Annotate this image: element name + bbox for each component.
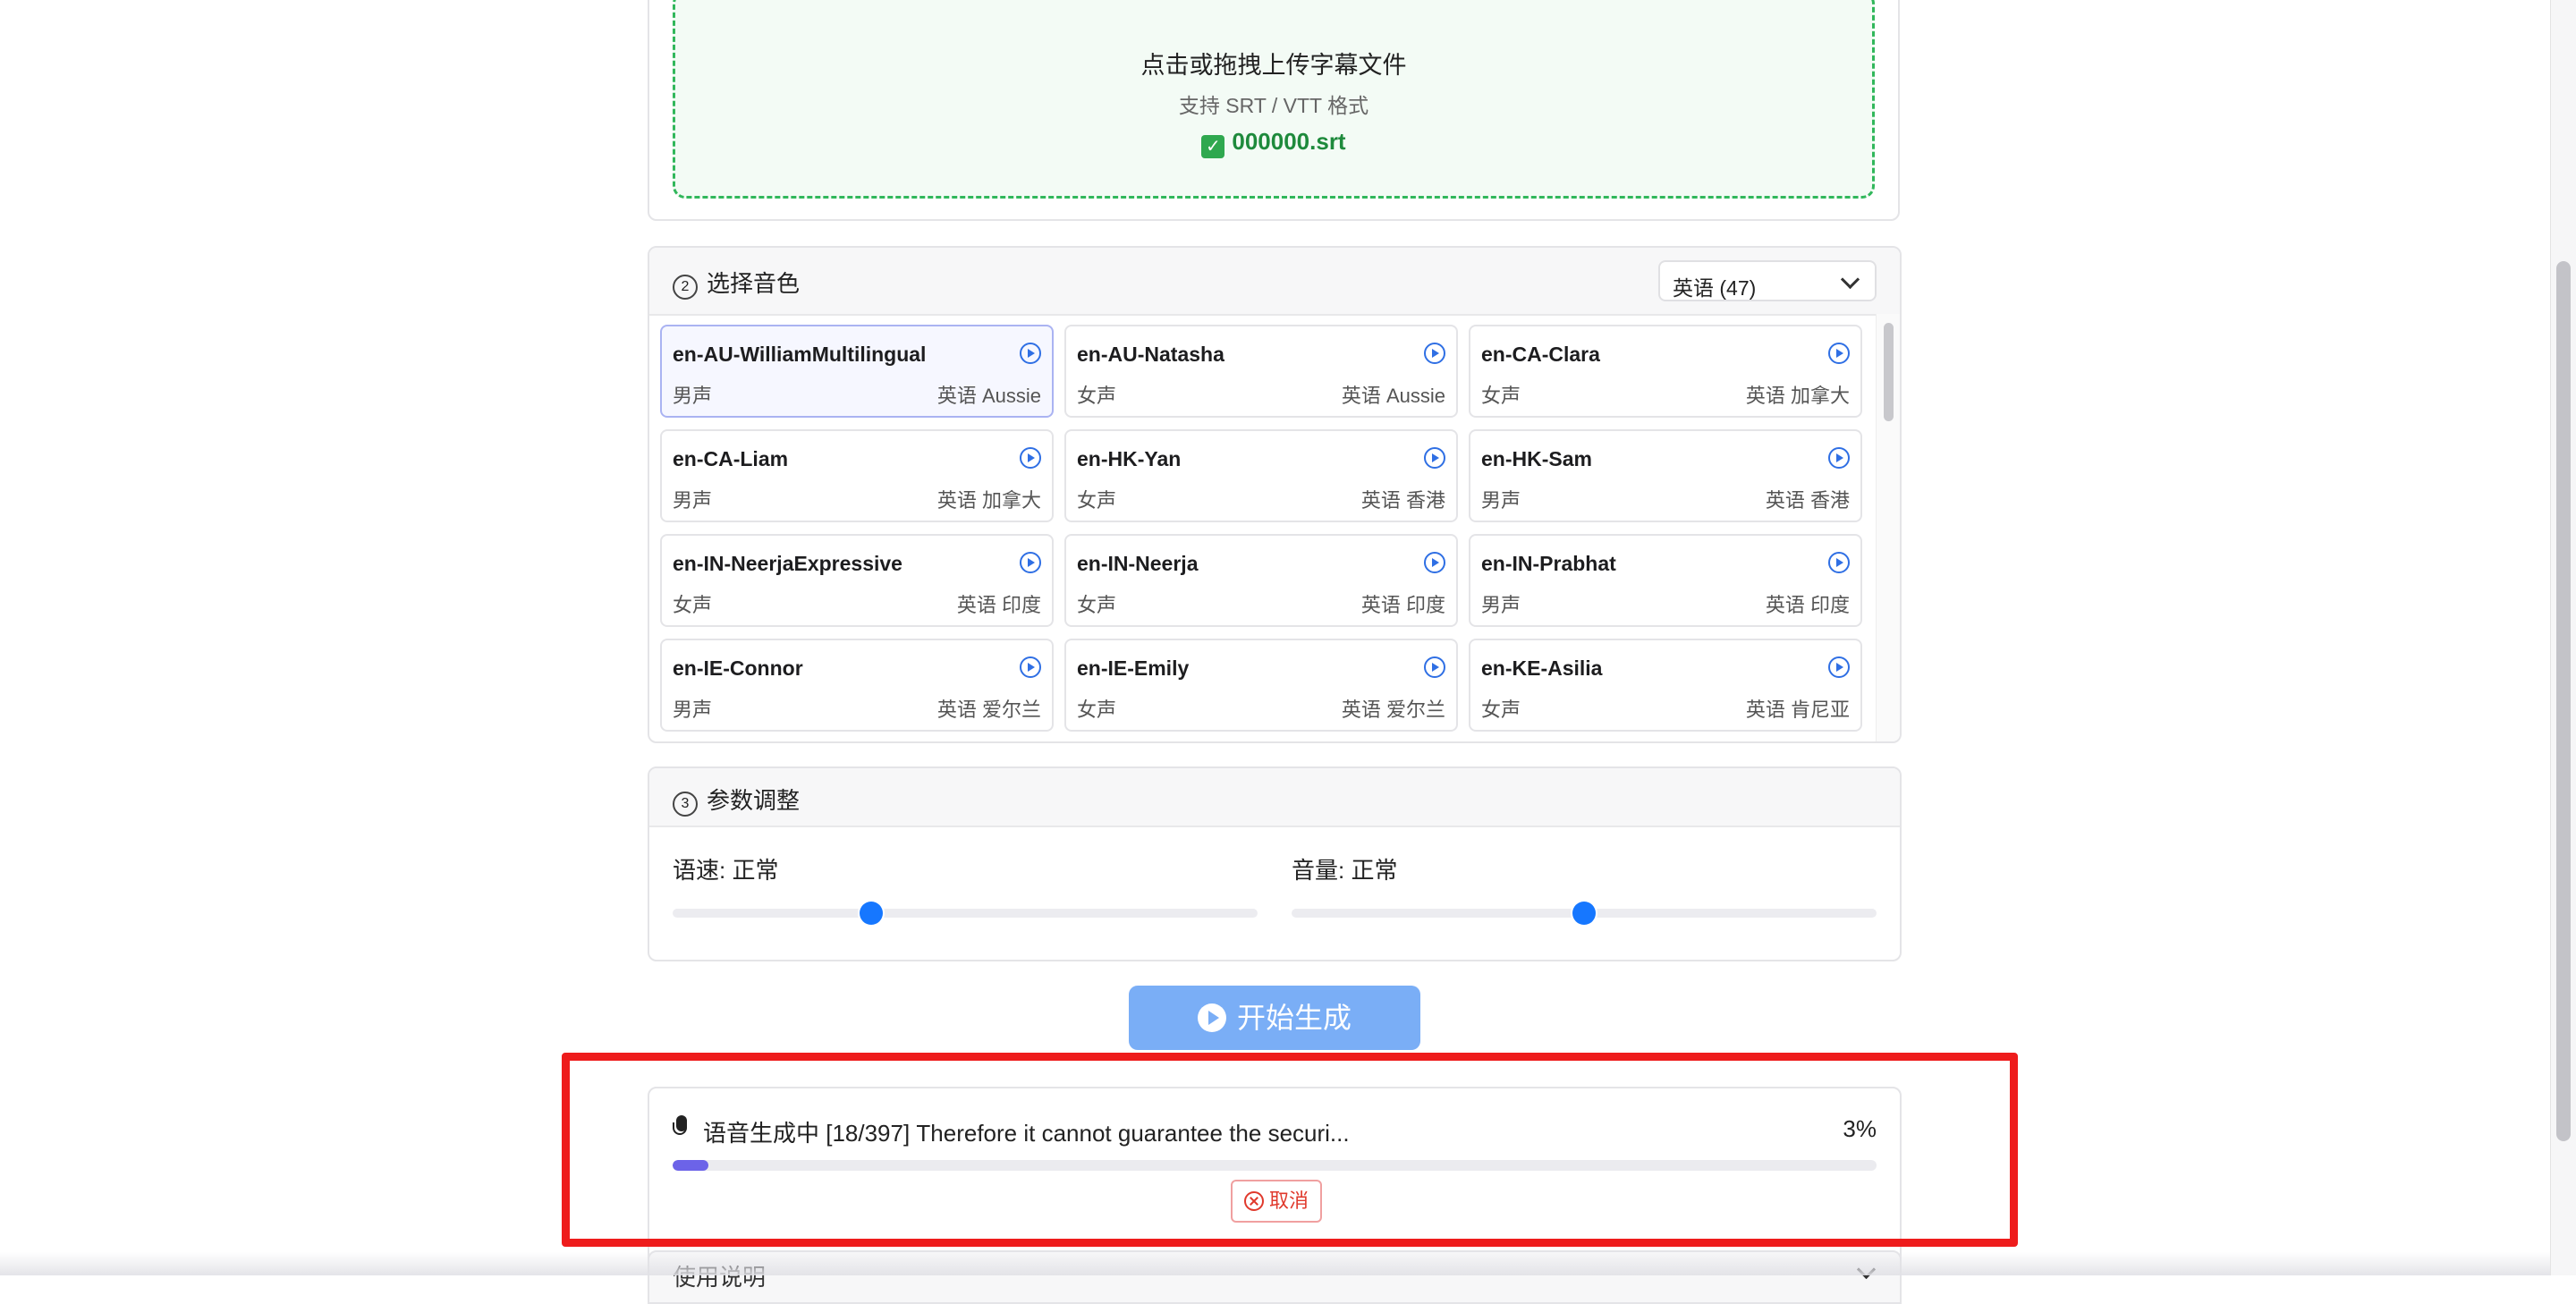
- voice-card[interactable]: en-IE-Emily 女声 英语 爱尔兰: [1064, 639, 1458, 732]
- dropzone-hint: 支持 SRT / VTT 格式: [1178, 94, 1369, 117]
- voice-name: en-HK-Sam: [1481, 447, 1592, 470]
- voice-gender: 女声: [1077, 594, 1117, 616]
- voice-grid: en-AU-WilliamMultilingual 男声 英语 Aussie en-A…: [660, 325, 1868, 732]
- voice-card[interactable]: en-AU-Natasha 女声 英语 Aussie: [1064, 325, 1458, 418]
- voice-card[interactable]: en-IN-Neerja 女声 英语 印度: [1064, 534, 1458, 627]
- voice-gender: 女声: [1077, 489, 1117, 512]
- play-preview-icon[interactable]: [1020, 552, 1041, 573]
- voice-list-scroll-thumb[interactable]: [1884, 323, 1894, 421]
- voice-locale: 英语 爱尔兰: [936, 699, 1041, 721]
- upload-card: 点击或拖拽上传字幕文件 支持 SRT / VTT 格式 ✓ 000000.srt: [648, 0, 1900, 221]
- voice-name: en-IE-Connor: [673, 656, 803, 680]
- play-preview-icon[interactable]: [1828, 343, 1850, 364]
- voice-name: en-HK-Yan: [1077, 447, 1182, 470]
- voice-name: en-IN-Neerja: [1077, 552, 1199, 575]
- params-section-header: 3 参数调整: [649, 768, 1900, 827]
- voice-section-title-text: 选择音色: [707, 270, 801, 297]
- voice-name: en-CA-Clara: [1481, 343, 1600, 366]
- volume-slider-thumb[interactable]: [1572, 902, 1596, 925]
- voice-locale: 英语 Aussie: [1341, 385, 1445, 407]
- uploaded-file-name: 000000.srt: [1232, 128, 1346, 155]
- voice-card[interactable]: en-KE-Asilia 女声 英语 肯尼亚: [1469, 639, 1862, 732]
- voice-locale: 英语 Aussie: [936, 385, 1041, 407]
- play-preview-icon[interactable]: [1424, 656, 1445, 678]
- params-section-title-text: 参数调整: [707, 787, 801, 814]
- voice-gender: 女声: [1077, 385, 1117, 407]
- step-number-icon: 3: [673, 792, 698, 817]
- voice-name: en-CA-Liam: [673, 447, 789, 470]
- voice-gender: 男声: [673, 699, 713, 721]
- check-icon: ✓: [1201, 135, 1225, 158]
- voice-locale: 英语 印度: [956, 594, 1041, 616]
- voice-locale: 英语 肯尼亚: [1745, 699, 1850, 721]
- page-scroll-thumb[interactable]: [2556, 261, 2571, 1141]
- voice-gender: 男声: [673, 489, 713, 512]
- voice-locale: 英语 香港: [1360, 489, 1445, 512]
- uploaded-file: ✓ 000000.srt: [675, 128, 1872, 158]
- play-preview-icon[interactable]: [1424, 552, 1445, 573]
- play-preview-icon[interactable]: [1424, 343, 1445, 364]
- step-number-icon: 2: [673, 275, 698, 300]
- play-preview-icon[interactable]: [1828, 552, 1850, 573]
- voice-section-header: 2 选择音色 英语 (47): [649, 248, 1900, 316]
- speed-label: 语速: 正常: [673, 857, 779, 884]
- subtitle-dropzone[interactable]: 点击或拖拽上传字幕文件 支持 SRT / VTT 格式 ✓ 000000.srt: [673, 0, 1875, 199]
- voice-gender: 男声: [1481, 489, 1521, 512]
- voice-card[interactable]: en-AU-WilliamMultilingual 男声 英语 Aussie: [660, 325, 1054, 418]
- play-preview-icon[interactable]: [1020, 343, 1041, 364]
- voice-list-scrollbar[interactable]: [1876, 314, 1900, 741]
- voice-card[interactable]: en-HK-Sam 男声 英语 香港: [1469, 429, 1862, 522]
- voice-name: en-IN-NeerjaExpressive: [673, 552, 902, 575]
- voice-card[interactable]: en-IE-Connor 男声 英语 爱尔兰: [660, 639, 1054, 732]
- params-section-title: 3 参数调整: [673, 783, 800, 817]
- volume-label: 音量: 正常: [1292, 857, 1398, 884]
- voice-name: en-AU-Natasha: [1077, 343, 1224, 366]
- voice-gender: 女声: [1481, 385, 1521, 407]
- speed-slider[interactable]: [673, 909, 1258, 918]
- play-preview-icon[interactable]: [1828, 447, 1850, 469]
- start-generate-label: 开始生成: [1236, 1002, 1352, 1034]
- params-section: 3 参数调整 语速: 正常 音量: 正常: [648, 766, 1902, 961]
- language-select[interactable]: 英语 (47): [1658, 260, 1877, 301]
- language-select-value: 英语 (47): [1673, 276, 1757, 300]
- voice-gender: 男声: [673, 385, 713, 407]
- voice-card[interactable]: en-IN-NeerjaExpressive 女声 英语 印度: [660, 534, 1054, 627]
- dropzone-title: 点击或拖拽上传字幕文件: [1140, 52, 1407, 79]
- play-preview-icon[interactable]: [1828, 656, 1850, 678]
- play-preview-icon[interactable]: [1020, 656, 1041, 678]
- voice-gender: 女声: [1481, 699, 1521, 721]
- voice-card[interactable]: en-CA-Liam 男声 英语 加拿大: [660, 429, 1054, 522]
- play-preview-icon[interactable]: [1020, 447, 1041, 469]
- voice-locale: 英语 加拿大: [936, 489, 1041, 512]
- voice-locale: 英语 印度: [1765, 594, 1850, 616]
- voice-locale: 英语 爱尔兰: [1341, 699, 1445, 721]
- voice-card[interactable]: en-HK-Yan 女声 英语 香港: [1064, 429, 1458, 522]
- voice-list[interactable]: en-AU-WilliamMultilingual 男声 英语 Aussie en-A…: [649, 314, 1900, 741]
- play-preview-icon[interactable]: [1424, 447, 1445, 469]
- voice-gender: 女声: [1077, 699, 1117, 721]
- voice-name: en-AU-WilliamMultilingual: [673, 343, 927, 366]
- start-generate-button[interactable]: 开始生成: [1129, 986, 1420, 1050]
- page-scrollbar[interactable]: [2550, 0, 2576, 1275]
- voice-card[interactable]: en-IN-Prabhat 男声 英语 印度: [1469, 534, 1862, 627]
- voice-name: en-KE-Asilia: [1481, 656, 1603, 680]
- bottom-fade: [0, 1252, 2576, 1275]
- voice-card[interactable]: en-CA-Clara 女声 英语 加拿大: [1469, 325, 1862, 418]
- highlight-frame: [562, 1053, 2018, 1247]
- voice-locale: 英语 香港: [1765, 489, 1850, 512]
- voice-name: en-IE-Emily: [1077, 656, 1190, 680]
- voice-gender: 女声: [673, 594, 713, 616]
- voice-name: en-IN-Prabhat: [1481, 552, 1616, 575]
- chevron-down-icon: [1840, 269, 1860, 290]
- speed-slider-thumb[interactable]: [860, 902, 884, 925]
- voice-locale: 英语 印度: [1360, 594, 1445, 616]
- voice-locale: 英语 加拿大: [1745, 385, 1850, 407]
- play-circle-icon: [1197, 1003, 1226, 1032]
- voice-section-title: 2 选择音色: [673, 266, 800, 300]
- voice-section: 2 选择音色 英语 (47) en-AU-WilliamMultilingual 男…: [648, 246, 1902, 743]
- voice-gender: 男声: [1481, 594, 1521, 616]
